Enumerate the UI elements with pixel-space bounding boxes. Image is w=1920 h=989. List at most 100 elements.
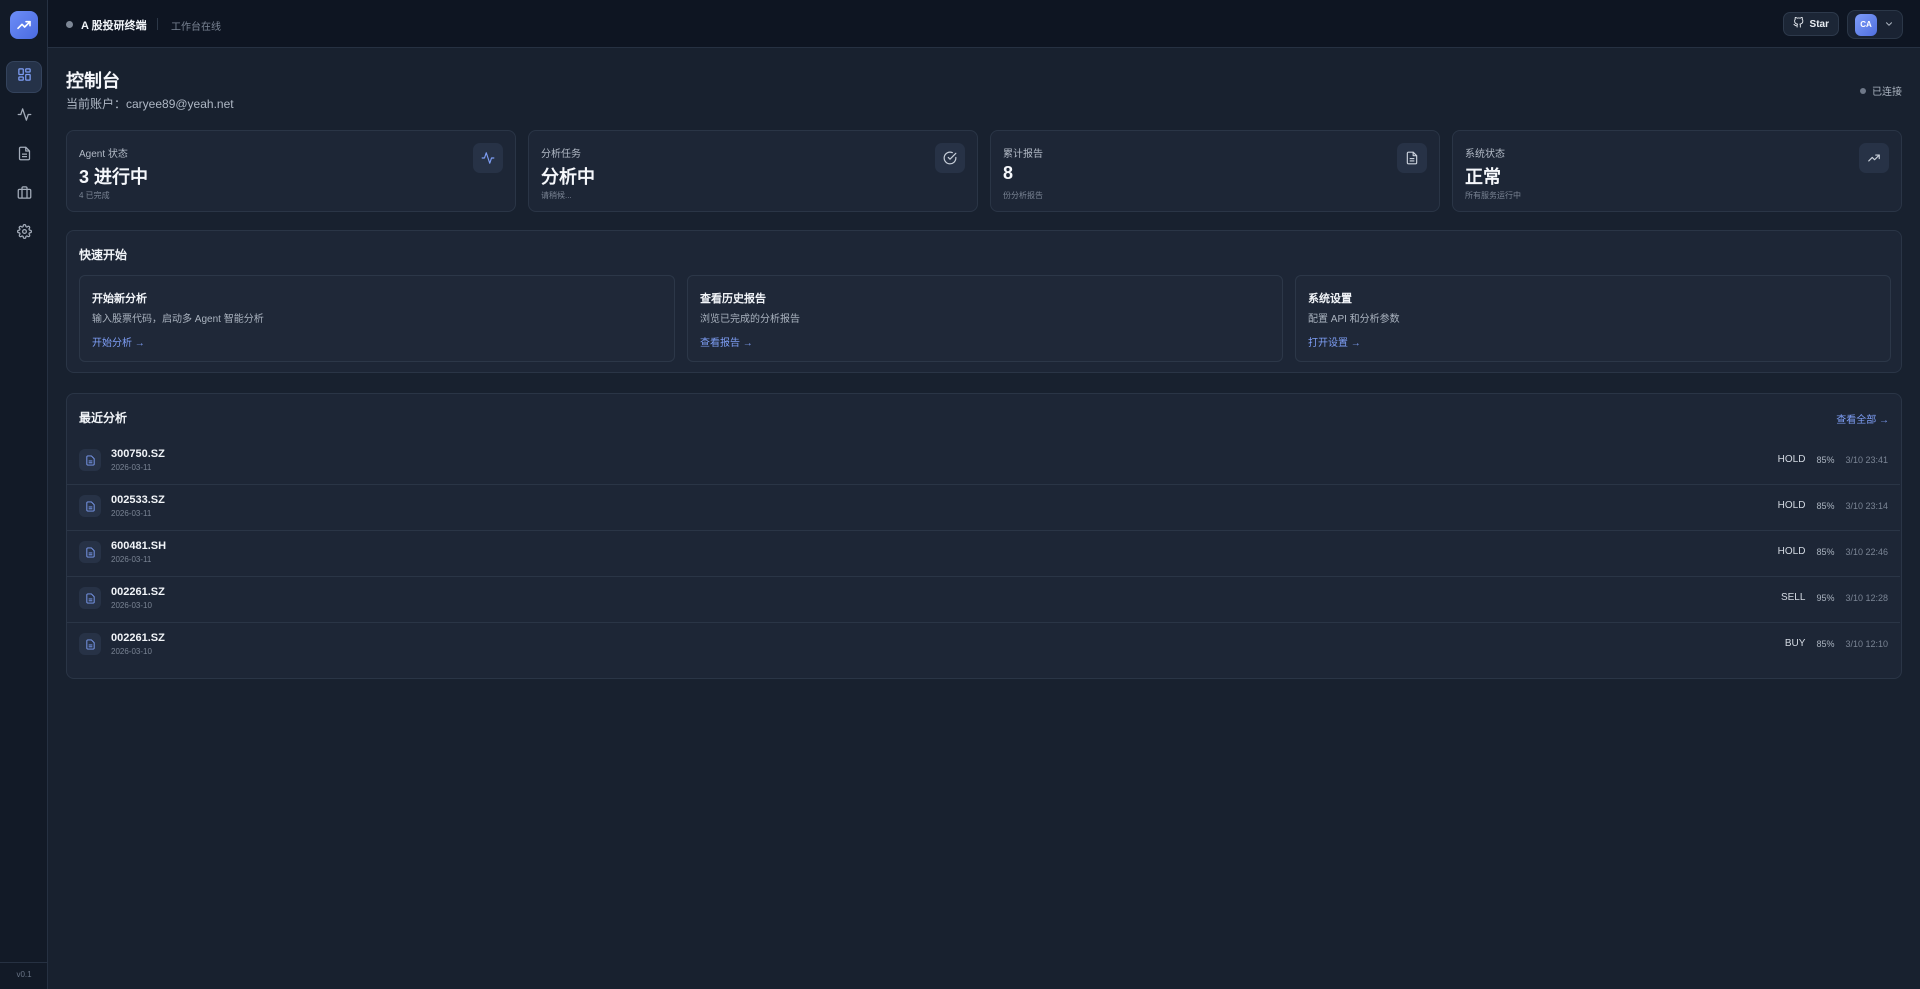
stat-card-agent: Agent 状态 3 进行中 4 已完成 (66, 130, 516, 212)
document-icon (79, 449, 101, 471)
stat-card-reports: 累计报告 8 份分析报告 (990, 130, 1440, 212)
quick-start-title: 开始新分析 (92, 293, 147, 305)
quick-start-panel: 快速开始 开始新分析 输入股票代码，启动多 Agent 智能分析 开始分析 → … (66, 230, 1902, 373)
sidebar-item-settings[interactable] (6, 218, 42, 250)
sidebar: v0.1 (0, 0, 48, 989)
rating: HOLD (1777, 546, 1806, 557)
top-bar: A 股投研终端 工作台在线 Star CA (48, 0, 1920, 48)
table-row[interactable]: 002533.SZ 2026-03-11 HOLD 85% 3/10 23:14 (67, 484, 1900, 529)
logo-trending-icon[interactable] (10, 11, 38, 39)
sidebar-item-analysis[interactable] (6, 101, 42, 133)
gear-icon (16, 224, 32, 244)
stat-value: 3 进行中 (79, 167, 149, 187)
stat-value: 正常 (1465, 167, 1501, 187)
timestamp: 3/10 22:46 (1845, 546, 1888, 557)
rating: HOLD (1777, 500, 1806, 511)
divider (157, 18, 158, 30)
rating: BUY (1784, 638, 1806, 649)
stat-card-tasks: 分析任务 分析中 请稍候... (528, 130, 978, 212)
confidence: 95% (1816, 592, 1835, 603)
stat-value: 8 (1003, 163, 1014, 183)
stat-card-system: 系统状态 正常 所有服务运行中 (1452, 130, 1902, 212)
trade-date: 2026-03-11 (111, 463, 152, 472)
version-label: v0.1 (16, 970, 32, 979)
check-circle-icon (935, 143, 965, 173)
page-title: 控制台 (66, 71, 120, 91)
document-icon (1397, 143, 1427, 173)
stat-value: 分析中 (541, 167, 595, 187)
trending-up-icon (1859, 143, 1889, 173)
stat-sub: 4 已完成 (79, 191, 110, 200)
rating: HOLD (1777, 454, 1806, 465)
github-icon (1793, 16, 1804, 31)
timestamp: 3/10 12:28 (1845, 592, 1888, 603)
activity-icon (17, 107, 32, 127)
document-icon (17, 146, 32, 166)
quick-start-desc: 浏览已完成的分析报告 (700, 314, 800, 325)
status-dot (66, 21, 73, 28)
activity-icon (473, 143, 503, 173)
trade-date: 2026-03-10 (111, 647, 152, 656)
quick-start-desc: 输入股票代码，启动多 Agent 智能分析 (92, 314, 264, 325)
section-title: 最近分析 (79, 411, 128, 425)
quick-start-title: 系统设置 (1308, 293, 1352, 305)
view-reports-link[interactable]: 查看报告 → (700, 334, 753, 349)
trade-date: 2026-03-11 (111, 555, 152, 564)
confidence: 85% (1816, 500, 1835, 511)
dashboard-icon (17, 67, 32, 87)
confidence: 85% (1816, 454, 1835, 465)
confidence: 85% (1816, 638, 1835, 649)
quick-start-settings[interactable]: 系统设置 配置 API 和分析参数 打开设置 → (1295, 275, 1891, 362)
timestamp: 3/10 12:10 (1845, 638, 1888, 649)
github-star-button[interactable]: Star (1782, 12, 1839, 36)
open-settings-link[interactable]: 打开设置 → (1308, 334, 1361, 349)
workspace-status: 工作台在线 (171, 22, 221, 33)
recent-analyses-panel: 最近分析 查看全部 → 300750.SZ 2026-03-11 HOLD 85… (66, 393, 1902, 679)
stock-code: 300750.SZ (111, 448, 165, 460)
avatar: CA (1855, 13, 1877, 36)
timestamp: 3/10 23:41 (1845, 454, 1888, 465)
stock-code: 002533.SZ (111, 494, 165, 506)
user-menu-button[interactable]: CA (1847, 10, 1903, 39)
connection-status: 已连接 (1860, 83, 1902, 98)
document-icon (79, 495, 101, 517)
stat-label: 累计报告 (1003, 149, 1043, 160)
stock-code: 600481.SH (111, 540, 167, 552)
timestamp: 3/10 23:14 (1845, 500, 1888, 511)
stat-sub: 份分析报告 (1003, 191, 1043, 200)
sidebar-divider (0, 962, 47, 963)
document-icon (79, 587, 101, 609)
document-icon (79, 633, 101, 655)
document-icon (79, 541, 101, 563)
table-row[interactable]: 600481.SH 2026-03-11 HOLD 85% 3/10 22:46 (67, 530, 1900, 575)
connection-dot (1860, 87, 1866, 94)
table-row[interactable]: 002261.SZ 2026-03-10 BUY 85% 3/10 12:10 (67, 622, 1900, 667)
chevron-down-icon (1884, 16, 1894, 34)
stat-sub: 请稍候... (541, 191, 572, 200)
app-title: A 股投研终端 (81, 20, 147, 32)
sidebar-item-portfolio[interactable] (6, 179, 42, 211)
star-label: Star (1809, 18, 1829, 30)
stock-code: 002261.SZ (111, 632, 165, 644)
table-row[interactable]: 002261.SZ 2026-03-10 SELL 95% 3/10 12:28 (67, 576, 1900, 621)
sidebar-item-reports[interactable] (6, 140, 42, 172)
connection-label: 已连接 (1872, 87, 1902, 98)
stat-label: 分析任务 (541, 149, 581, 160)
section-title: 快速开始 (79, 248, 128, 262)
stat-label: 系统状态 (1465, 149, 1505, 160)
quick-start-new-analysis[interactable]: 开始新分析 输入股票代码，启动多 Agent 智能分析 开始分析 → (79, 275, 675, 362)
current-account: 当前账户：caryee89@yeah.net (66, 97, 234, 111)
trade-date: 2026-03-10 (111, 601, 152, 610)
quick-start-history[interactable]: 查看历史报告 浏览已完成的分析报告 查看报告 → (687, 275, 1283, 362)
briefcase-icon (17, 185, 32, 205)
rating: SELL (1780, 592, 1806, 603)
view-all-link[interactable]: 查看全部 → (1836, 411, 1889, 426)
quick-start-desc: 配置 API 和分析参数 (1308, 314, 1400, 325)
trade-date: 2026-03-11 (111, 509, 152, 518)
confidence: 85% (1816, 546, 1835, 557)
quick-start-title: 查看历史报告 (700, 293, 766, 305)
start-analysis-link[interactable]: 开始分析 → (92, 334, 145, 349)
table-row[interactable]: 300750.SZ 2026-03-11 HOLD 85% 3/10 23:41 (67, 439, 1900, 484)
sidebar-item-dashboard[interactable] (6, 61, 42, 93)
stat-label: Agent 状态 (79, 149, 128, 160)
